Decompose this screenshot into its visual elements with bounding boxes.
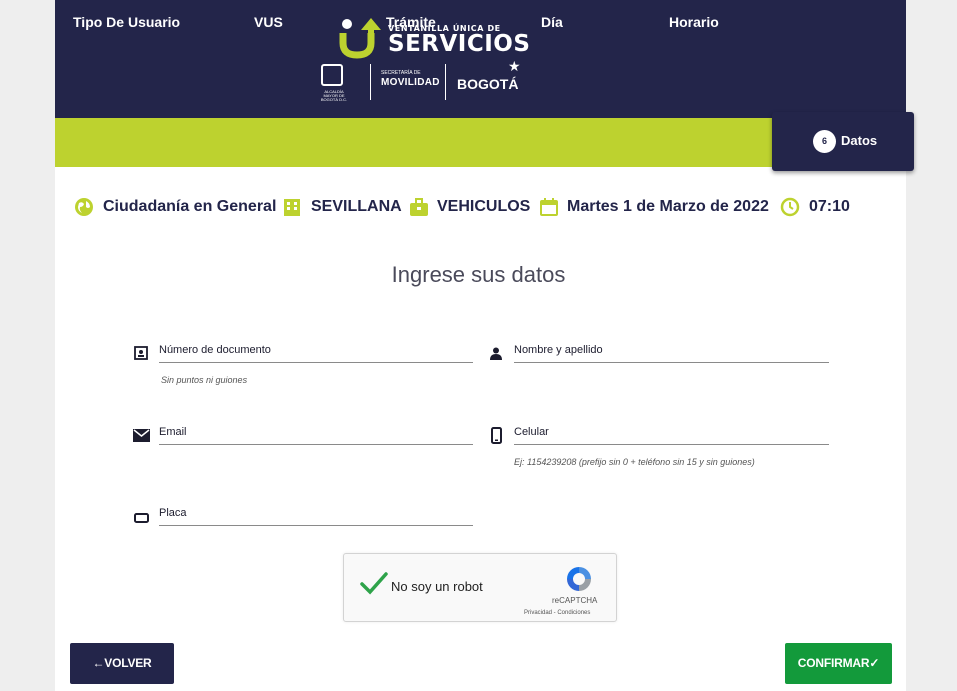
step-number-badge: 6 [813, 130, 836, 153]
step-tipo-de-usuario[interactable]: Tipo De Usuario [73, 14, 180, 30]
recaptcha-logo-icon [567, 567, 591, 591]
step-dia[interactable]: Día [541, 14, 563, 30]
captcha-brand: reCAPTCHA [552, 596, 598, 605]
envelope-icon [133, 429, 150, 442]
summary-date: Martes 1 de Marzo de 2022 [567, 198, 769, 215]
step-tramite[interactable]: Trámite [386, 14, 436, 30]
plate-icon [134, 513, 149, 523]
captcha-label: No soy un robot [391, 579, 483, 594]
email-label: Email [159, 426, 187, 438]
secretaria-label: SECRETARÍA DE [381, 70, 421, 76]
star-icon: ★ [508, 58, 521, 74]
crest-caption: ALCALDÍA MAYOR DE BOGOTÁ D.C. [320, 89, 348, 102]
email-input[interactable] [159, 444, 473, 445]
vus-logo-icon [339, 18, 381, 59]
placa-label: Placa [159, 507, 187, 519]
documento-hint: Sin puntos ni guiones [161, 375, 248, 385]
nombre-input[interactable] [514, 362, 829, 363]
header-banner [55, 0, 906, 118]
step-datos-active[interactable]: 6 Datos [772, 112, 914, 171]
calendar-icon [540, 198, 558, 216]
placa-input[interactable] [159, 525, 473, 526]
logo-divider [370, 64, 371, 100]
bogota-logo: BOGOTÁ [457, 76, 519, 92]
step-datos-label: Datos [841, 133, 878, 148]
documento-input[interactable] [159, 362, 473, 363]
celular-hint: Ej: 1154239208 (prefijo sin 0 + teléfono… [514, 457, 755, 467]
building-icon [284, 199, 300, 216]
globe-icon [75, 198, 93, 216]
movilidad-label: MOVILIDAD [381, 77, 440, 88]
form-title: Ingrese sus datos [391, 262, 566, 287]
nombre-label: Nombre y apellido [514, 344, 603, 356]
confirm-button[interactable]: CONFIRMAR✓ [785, 643, 892, 684]
logo-title: SERVICIOS [388, 31, 531, 57]
celular-input[interactable] [514, 444, 829, 445]
captcha-links[interactable]: Privacidad - Condiciones [524, 610, 590, 616]
logo-divider [445, 64, 446, 100]
step-horario[interactable]: Horario [669, 14, 719, 30]
celular-label: Celular [514, 426, 549, 438]
person-icon [490, 347, 502, 360]
summary-time: 07:10 [809, 198, 850, 215]
clock-icon [780, 197, 800, 217]
id-card-icon [134, 346, 148, 360]
summary-office: SEVILLANA [311, 198, 402, 215]
phone-icon [491, 427, 502, 444]
back-button[interactable]: ←VOLVER [70, 643, 174, 684]
bogota-crest-icon [321, 64, 343, 86]
documento-label: Número de documento [159, 344, 271, 356]
recaptcha-widget: No soy un robot reCAPTCHA Privacidad - C… [343, 553, 617, 622]
briefcase-icon [410, 198, 428, 216]
checkmark-icon[interactable] [360, 571, 388, 595]
summary-user-type: Ciudadanía en General [103, 198, 277, 215]
step-vus[interactable]: VUS [254, 14, 283, 30]
summary-procedure: VEHICULOS [437, 198, 531, 215]
